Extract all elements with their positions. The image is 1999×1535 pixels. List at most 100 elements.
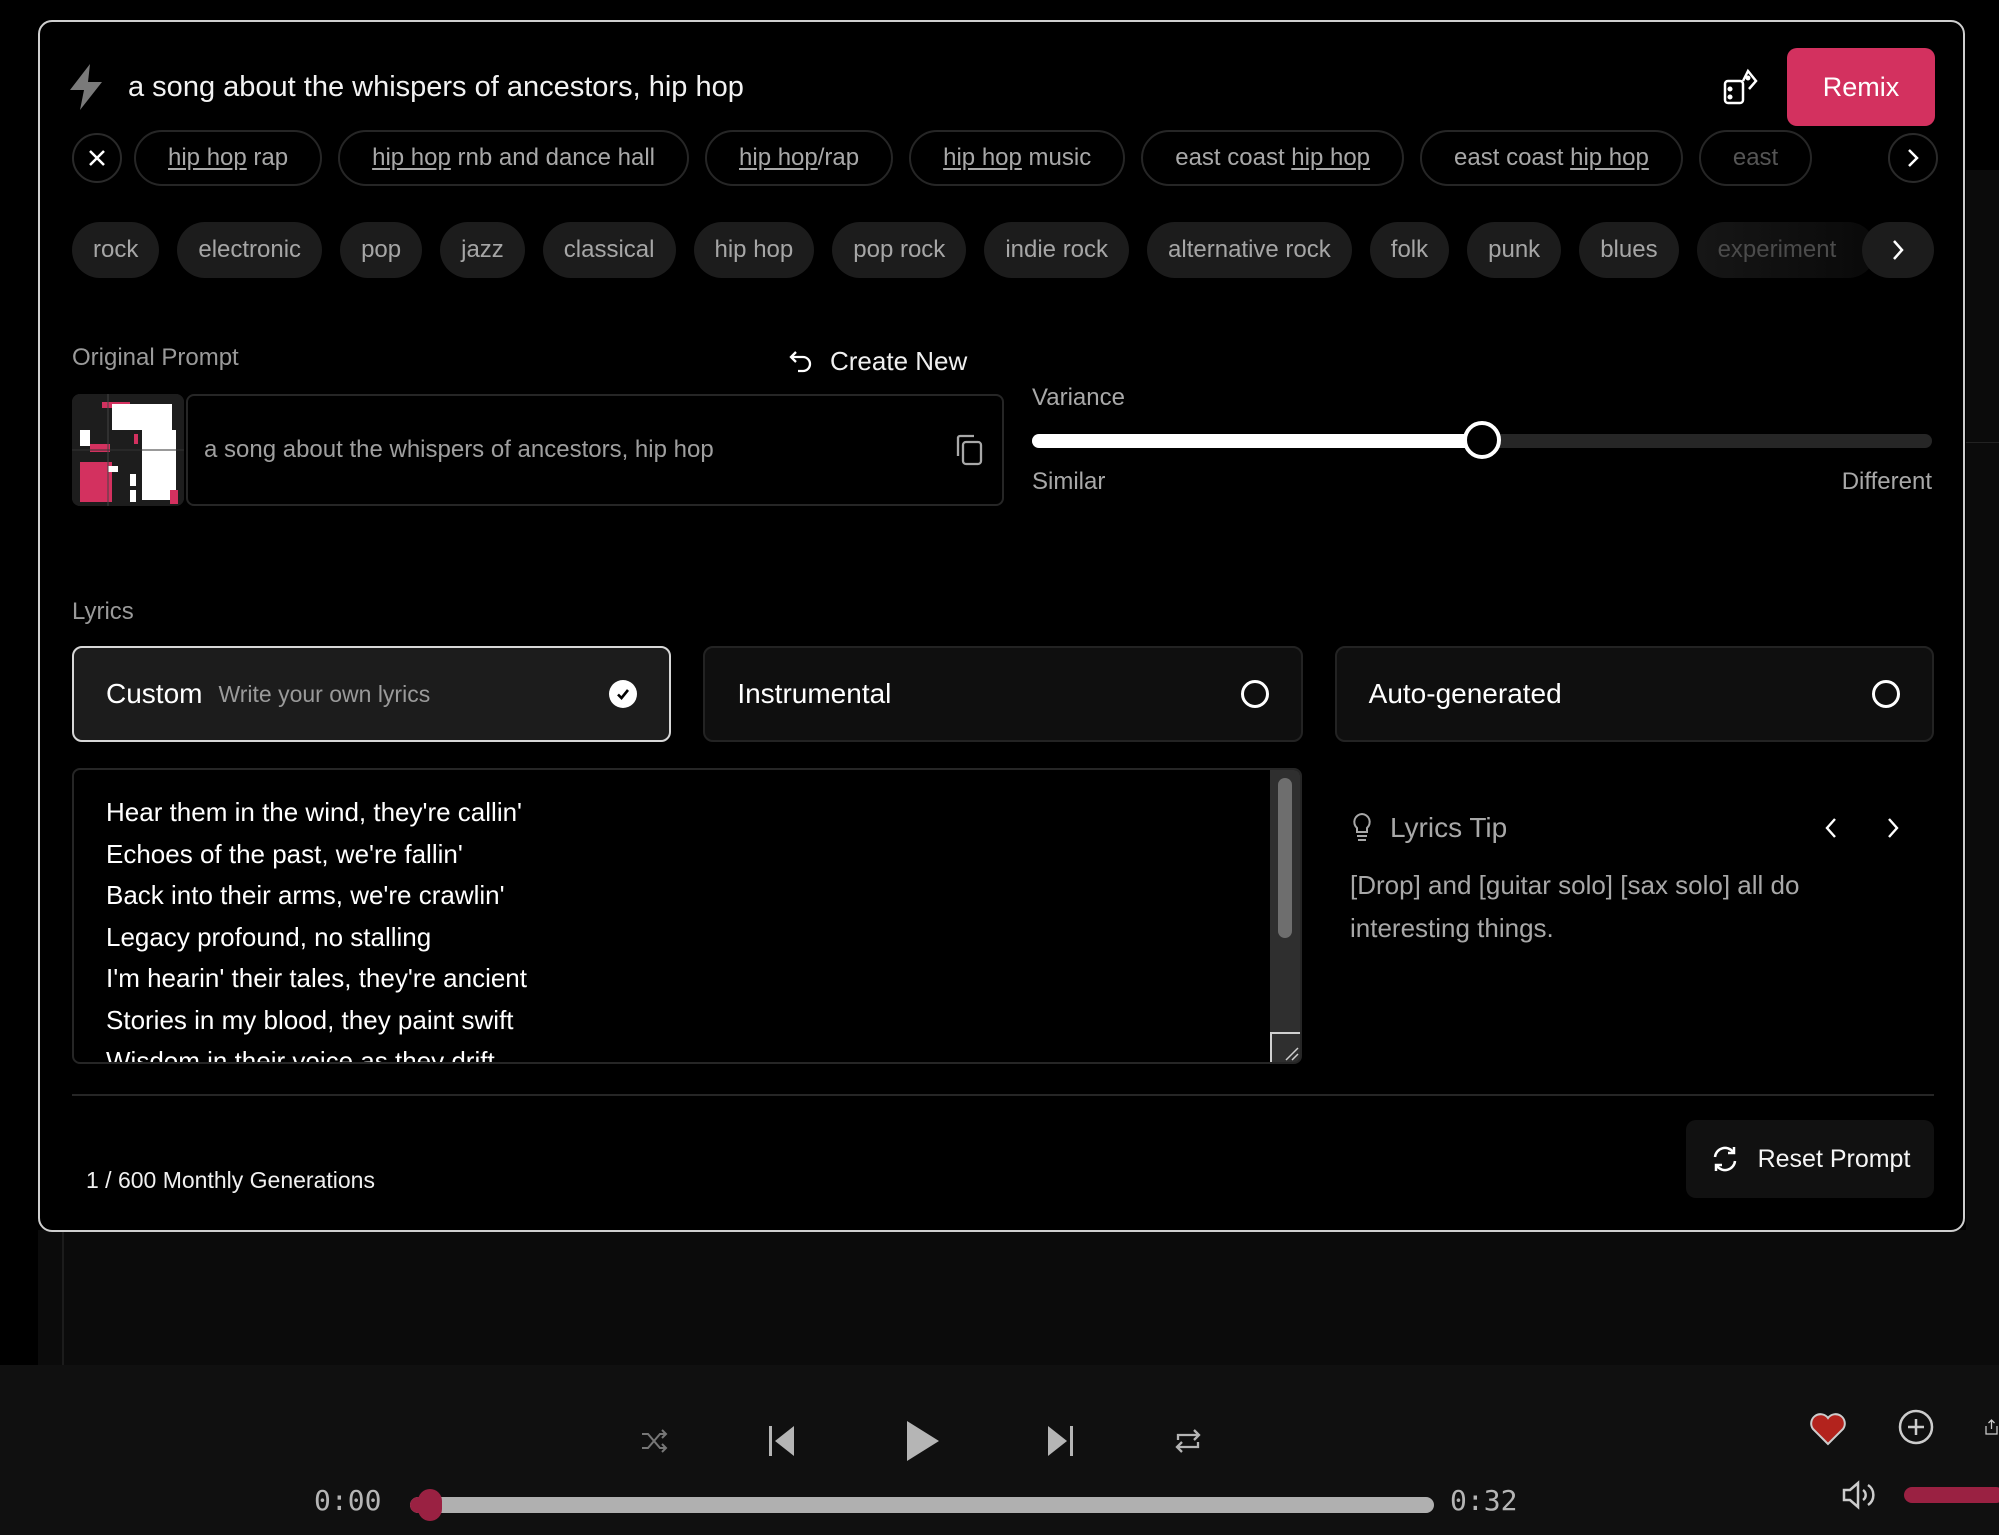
cover-art-thumbnail xyxy=(72,394,184,506)
prompt-row: a song about the whispers of ancestors, … xyxy=(64,48,1935,126)
genre-chip[interactable]: jazz xyxy=(440,222,525,278)
suggestion-chip[interactable]: hip hop music xyxy=(909,130,1126,186)
share-button[interactable] xyxy=(1984,1407,1999,1447)
genre-chip[interactable]: classical xyxy=(542,222,676,278)
like-button[interactable] xyxy=(1808,1409,1848,1449)
genre-chip[interactable]: hip hop xyxy=(693,222,815,278)
tip-next-button[interactable] xyxy=(1882,814,1904,842)
share-icon xyxy=(1985,1419,1998,1435)
genre-chip[interactable]: folk xyxy=(1369,222,1450,278)
genre-chip[interactable]: rock xyxy=(72,222,160,278)
chip-text: rap xyxy=(246,144,289,171)
chip-text: east coast xyxy=(1175,144,1292,171)
repeat-icon xyxy=(1175,1429,1201,1453)
background-right-panel xyxy=(1966,170,1999,1365)
repeat-button[interactable] xyxy=(1168,1421,1208,1461)
create-new-button[interactable]: Create New xyxy=(788,346,967,377)
chip-text: music xyxy=(1021,144,1092,171)
suggestions-next-button[interactable] xyxy=(1888,133,1938,183)
lyrics-option-auto-generated[interactable]: Auto-generated xyxy=(1334,646,1934,742)
footer-divider xyxy=(72,1094,1934,1096)
chip-text: /rap xyxy=(817,144,860,171)
lyrics-option-instrumental[interactable]: Instrumental xyxy=(703,646,1303,742)
chip-highlight: hip hop xyxy=(1291,144,1371,171)
chevron-right-icon xyxy=(1888,818,1899,838)
genre-chip[interactable]: experiment xyxy=(1696,222,1877,278)
chip-highlight: hip hop xyxy=(739,144,818,171)
suggestion-chip[interactable]: east coast hip hop xyxy=(1141,130,1405,186)
genres-next-button[interactable] xyxy=(1862,222,1934,278)
volume-slider[interactable] xyxy=(1904,1487,1999,1503)
play-icon xyxy=(907,1421,939,1461)
variance-max-label: Different xyxy=(1841,468,1932,495)
resize-handle-icon[interactable] xyxy=(1270,1032,1300,1062)
genre-chip[interactable]: pop xyxy=(340,222,423,278)
lightbulb-icon xyxy=(1353,812,1371,841)
shuffle-icon xyxy=(642,1429,668,1453)
chip-text: east xyxy=(1732,144,1779,171)
suggestion-chip[interactable]: hip hop rnb and dance hall xyxy=(338,130,690,186)
remix-button[interactable]: Remix xyxy=(1787,48,1935,126)
heart-icon xyxy=(1810,1413,1846,1446)
copy-button[interactable] xyxy=(952,433,986,467)
original-prompt-text: a song about the whispers of ancestors, … xyxy=(204,436,714,463)
chip-highlight: hip hop xyxy=(168,144,247,171)
playback-progress-bar[interactable] xyxy=(410,1489,1434,1521)
close-icon xyxy=(89,150,105,166)
duration: 0:32 xyxy=(1450,1484,1518,1517)
reset-prompt-button[interactable]: Reset Prompt xyxy=(1686,1120,1934,1198)
genre-chip[interactable]: pop rock xyxy=(832,222,967,278)
variance-slider-fill xyxy=(1032,434,1482,448)
background-sidebar xyxy=(0,0,38,1365)
background-main xyxy=(38,1230,1999,1365)
suggestion-chip[interactable]: hip hop rap xyxy=(134,130,323,186)
player-bar: 0:00 0:32 xyxy=(0,1365,1999,1535)
clear-suggestions-button[interactable] xyxy=(72,133,122,183)
radio-checked-icon xyxy=(609,680,638,708)
genre-chip[interactable]: electronic xyxy=(177,222,323,278)
genre-row: rock electronic pop jazz classical hip hop pop… xyxy=(72,222,1938,278)
tip-prev-button[interactable] xyxy=(1820,814,1842,842)
chevron-right-icon xyxy=(1908,149,1919,167)
copy-icon xyxy=(956,434,983,466)
dice-icon[interactable] xyxy=(1719,65,1763,109)
lyrics-tip: Lyrics Tip [Drop] and [guitar solo] [sax… xyxy=(1350,812,1940,950)
variance-slider[interactable] xyxy=(1032,421,1932,459)
scrollbar-thumb[interactable] xyxy=(1278,778,1292,938)
refresh-icon xyxy=(1713,1146,1736,1172)
variance-min-label: Similar xyxy=(1032,468,1106,495)
chip-text: east coast xyxy=(1454,144,1571,171)
genre-chip[interactable]: blues xyxy=(1579,222,1679,278)
genre-chip[interactable]: alternative rock xyxy=(1147,222,1352,278)
original-prompt-field: a song about the whispers of ancestors, … xyxy=(186,394,1004,506)
genre-chip[interactable]: punk xyxy=(1467,222,1562,278)
radio-unchecked-icon xyxy=(1871,680,1900,708)
skip-back-icon xyxy=(769,1426,794,1456)
suggestion-chip[interactable]: hip hop/rap xyxy=(705,130,894,186)
previous-button[interactable] xyxy=(762,1421,802,1461)
variance-label: Variance xyxy=(1032,384,1125,411)
monthly-generations-count: 1 / 600 Monthly Generations xyxy=(86,1167,375,1193)
reset-prompt-label: Reset Prompt xyxy=(1757,1144,1911,1173)
prompt-input[interactable]: a song about the whispers of ancestors, … xyxy=(128,71,1719,104)
progress-handle[interactable] xyxy=(418,1489,443,1521)
option-title: Instrumental xyxy=(737,678,892,709)
lyrics-option-custom[interactable]: Custom Write your own lyrics xyxy=(72,646,672,742)
lyrics-text: Hear them in the wind, they're callin' E… xyxy=(106,797,527,1064)
suggestion-chip[interactable]: east xyxy=(1698,130,1813,186)
shuffle-button[interactable] xyxy=(634,1421,674,1461)
variance-slider-handle[interactable] xyxy=(1463,421,1501,459)
current-time: 0:00 xyxy=(314,1484,382,1517)
add-to-playlist-button[interactable] xyxy=(1896,1407,1936,1447)
chip-highlight: hip hop xyxy=(943,144,1022,171)
play-button[interactable] xyxy=(900,1415,944,1467)
option-subtitle: Write your own lyrics xyxy=(218,680,431,707)
chip-text: rnb and dance hall xyxy=(450,144,656,171)
lyrics-textarea[interactable]: Hear them in the wind, they're callin' E… xyxy=(72,768,1302,1064)
lyrics-tip-body: [Drop] and [guitar solo] [sax solo] all … xyxy=(1350,870,1800,943)
volume-button[interactable] xyxy=(1840,1475,1880,1515)
suggestion-chip[interactable]: east coast hip hop xyxy=(1420,130,1683,186)
next-button[interactable] xyxy=(1040,1421,1080,1461)
genre-chip[interactable]: indie rock xyxy=(984,222,1130,278)
lyrics-scrollbar[interactable] xyxy=(1270,770,1300,1062)
